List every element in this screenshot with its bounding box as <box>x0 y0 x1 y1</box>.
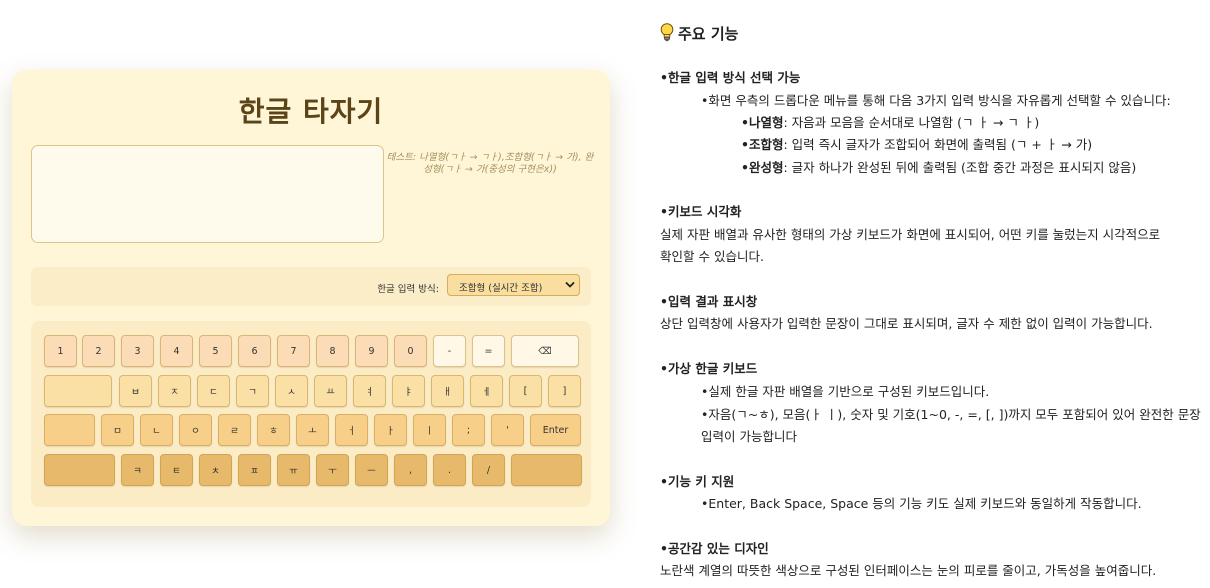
key-n[interactable]: ㄴ <box>140 414 173 446</box>
key-0[interactable]: 0 <box>394 335 427 367</box>
keyboard-row-4: ㅋ ㅌ ㅊ ㅍ ㅠ ㅜ ㅡ , . / <box>44 454 582 486</box>
section-result-title: •입력 결과 표시창 <box>660 294 758 309</box>
key-1[interactable]: 1 <box>44 335 77 367</box>
key-b[interactable]: ㅂ <box>119 375 152 407</box>
keyboard-row-2: ㅂ ㅈ ㄷ ㄱ ㅅ ㅛ ㅕ ㅑ ㅐ ㅔ [ ] <box>44 375 581 407</box>
key-left-bracket[interactable]: [ <box>509 375 542 407</box>
lightbulb-icon <box>660 23 674 46</box>
key-period[interactable]: . <box>433 454 466 486</box>
mode-item-combined: •조합형: 입력 즉시 글자가 조합되어 화면에 출력됨 (ㄱ + ㅏ → 가) <box>741 137 1093 152</box>
section-keyboard-visual-line-1: 실제 자판 배열과 유사한 형태의 가상 키보드가 화면에 표시되어, 어떤 키… <box>660 227 1161 242</box>
key-k[interactable]: ㅋ <box>121 454 154 486</box>
key-8[interactable]: 8 <box>316 335 349 367</box>
left-shift-key[interactable] <box>44 454 115 486</box>
section-input-mode-title: •한글 입력 방식 선택 가능 <box>660 70 801 85</box>
key-a[interactable]: ㅏ <box>374 414 407 446</box>
section-function-keys-title: •기능 키 지원 <box>660 474 735 489</box>
key-i[interactable]: ㅣ <box>413 414 446 446</box>
key-yo[interactable]: ㅛ <box>314 375 347 407</box>
keyboard-row-3: ㅁ ㄴ ㅇ ㄹ ㅎ ㅗ ㅓ ㅏ ㅣ ; ' Enter <box>44 414 581 446</box>
app-title: 한글 타자기 <box>238 95 384 128</box>
key-r[interactable]: ㄹ <box>218 414 251 446</box>
text-input[interactable] <box>31 145 384 243</box>
key-j[interactable]: ㅈ <box>158 375 191 407</box>
section-input-mode-intro: •화면 우측의 드롭다운 메뉴를 통해 다음 3가지 입력 방식을 자유롭게 선… <box>701 93 1171 108</box>
enter-key[interactable]: Enter <box>530 414 581 446</box>
key-9[interactable]: 9 <box>355 335 388 367</box>
key-7[interactable]: 7 <box>277 335 310 367</box>
input-mode-value: 조합형 (실시간 조합) <box>459 283 543 294</box>
input-mode-bar: 한글 입력 방식: 조합형 (실시간 조합) <box>31 267 591 306</box>
key-ae[interactable]: ㅐ <box>431 375 464 407</box>
keyboard-row-1: 1 2 3 4 5 6 7 8 9 0 - = ⌫ <box>44 335 579 367</box>
section-keyboard-visual-line-2: 확인할 수 있습니다. <box>660 249 764 264</box>
features-heading-text: 주요 기능 <box>678 25 739 43</box>
mode-item-sequential: •나열형: 자음과 모음을 순서대로 나열함 (ㄱ ㅏ → ㄱ ㅏ) <box>741 115 1040 130</box>
key-ya[interactable]: ㅑ <box>392 375 425 407</box>
key-minus[interactable]: - <box>433 335 466 367</box>
key-u[interactable]: ㅜ <box>316 454 349 486</box>
key-2[interactable]: 2 <box>82 335 115 367</box>
key-3[interactable]: 3 <box>121 335 154 367</box>
key-m[interactable]: ㅁ <box>101 414 134 446</box>
input-mode-label: 한글 입력 방식: <box>377 284 439 295</box>
section-keyboard-visual-title: •키보드 시각화 <box>660 204 742 219</box>
key-caps[interactable] <box>44 414 95 446</box>
section-virtual-keyboard-bullet-1: •실제 한글 자판 배열을 기반으로 구성된 키보드입니다. <box>701 384 990 399</box>
key-comma[interactable]: , <box>394 454 427 486</box>
key-semicolon[interactable]: ; <box>452 414 485 446</box>
mode-item-complete: •완성형: 글자 하나가 완성된 뒤에 출력됨 (조합 중간 과정은 표시되지 … <box>741 160 1137 175</box>
key-quote[interactable]: ' <box>491 414 524 446</box>
key-yu[interactable]: ㅠ <box>277 454 310 486</box>
key-ng[interactable]: ㅇ <box>179 414 212 446</box>
key-t[interactable]: ㅌ <box>160 454 193 486</box>
virtual-keyboard: 1 2 3 4 5 6 7 8 9 0 - = ⌫ ㅂ ㅈ ㄷ ㄱ ㅅ ㅛ ㅕ … <box>31 321 591 507</box>
section-virtual-keyboard-title: •가상 한글 키보드 <box>660 361 758 376</box>
key-right-bracket[interactable]: ] <box>548 375 581 407</box>
right-shift-key[interactable] <box>511 454 582 486</box>
key-d[interactable]: ㄷ <box>197 375 230 407</box>
typewriter-card: 한글 타자기 테스트: 나열형(ㄱㅏ → ㄱㅏ),조합형(ㄱㅏ → 가), 완성… <box>12 70 610 526</box>
key-yeo[interactable]: ㅕ <box>353 375 386 407</box>
section-result-line-1: 상단 입력창에 사용자가 입력한 문장이 그대로 표시되며, 글자 수 제한 없… <box>660 316 1153 331</box>
key-tab[interactable] <box>44 375 112 407</box>
section-function-keys-bullet-1: •Enter, Back Space, Space 등의 기능 키도 실제 키보… <box>701 496 1142 511</box>
key-6[interactable]: 6 <box>238 335 271 367</box>
key-eo[interactable]: ㅓ <box>335 414 368 446</box>
features-heading: 주요 기능 <box>660 23 738 46</box>
key-h[interactable]: ㅎ <box>257 414 290 446</box>
section-design-line-1: 노란색 계열의 따뜻한 색상으로 구성된 인터페이스는 눈의 피로를 줄이고, … <box>660 563 1157 578</box>
input-mode-select[interactable]: 조합형 (실시간 조합) <box>447 274 580 296</box>
backspace-key[interactable]: ⌫ <box>511 335 579 367</box>
key-g[interactable]: ㄱ <box>236 375 269 407</box>
section-virtual-keyboard-bullet-2-cont: 입력이 가능합니다 <box>701 429 797 444</box>
section-virtual-keyboard-bullet-2: •자음(ㄱ~ㅎ), 모음(ㅏ ㅣ), 숫자 및 기호(1~0, -, =, [,… <box>701 407 1201 422</box>
key-4[interactable]: 4 <box>160 335 193 367</box>
key-ch[interactable]: ㅊ <box>199 454 232 486</box>
key-equals[interactable]: = <box>472 335 505 367</box>
test-hint: 테스트: 나열형(ㄱㅏ → ㄱㅏ),조합형(ㄱㅏ → 가), 완성형(ㄱㅏ → … <box>386 152 594 175</box>
key-s[interactable]: ㅅ <box>275 375 308 407</box>
key-p[interactable]: ㅍ <box>238 454 271 486</box>
chevron-down-icon <box>565 278 575 295</box>
key-5[interactable]: 5 <box>199 335 232 367</box>
key-slash[interactable]: / <box>472 454 505 486</box>
section-design-title: •공간감 있는 디자인 <box>660 541 769 556</box>
key-e[interactable]: ㅔ <box>470 375 503 407</box>
key-eu[interactable]: ㅡ <box>355 454 388 486</box>
key-o[interactable]: ㅗ <box>296 414 329 446</box>
